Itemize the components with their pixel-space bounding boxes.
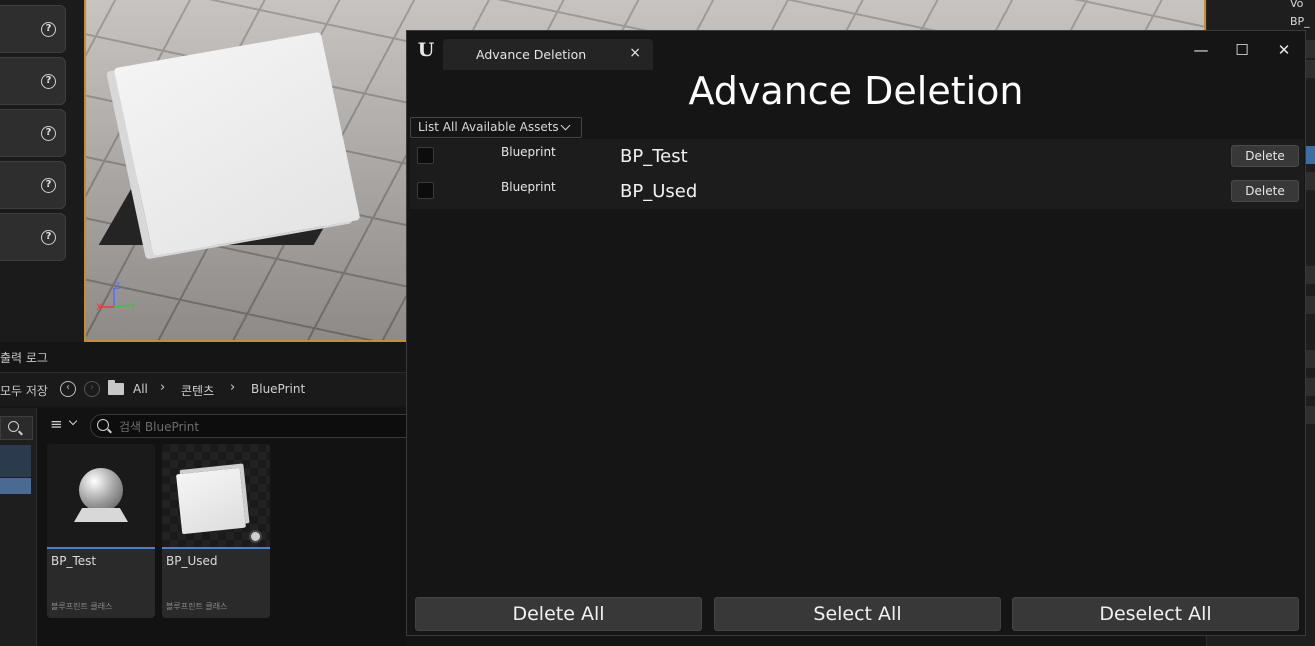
sphere-icon <box>79 468 123 512</box>
help-icon[interactable]: ? <box>41 230 56 245</box>
help-icon[interactable]: ? <box>41 126 56 141</box>
outliner-row[interactable] <box>1306 406 1315 424</box>
delete-all-button[interactable]: Delete All <box>415 597 702 631</box>
sources-panel <box>0 408 37 646</box>
details-row[interactable]: ? <box>0 57 66 105</box>
asset-type-stripe <box>162 547 270 549</box>
combo-label: List All Available Assets <box>418 120 559 134</box>
asset-checkbox[interactable] <box>417 182 434 199</box>
outliner-row[interactable] <box>1306 296 1315 314</box>
outliner-text: Vo <box>1290 0 1304 10</box>
details-panel: ? ? ? ? ? <box>0 0 84 342</box>
breadcrumb-separator-icon[interactable]: › <box>160 380 165 395</box>
asset-type-stripe <box>47 547 155 549</box>
breadcrumb-content[interactable]: 콘텐츠 <box>181 382 214 399</box>
asset-class-label: Blueprint <box>501 145 556 159</box>
asset-class: 블루프린트 클래스 <box>51 602 113 611</box>
asset-checkbox[interactable] <box>417 147 434 164</box>
close-window-button[interactable]: ✕ <box>1273 39 1295 61</box>
outliner-row[interactable] <box>1306 350 1315 368</box>
forward-arrow-icon[interactable]: › <box>84 381 100 397</box>
back-arrow-icon[interactable]: ‹ <box>60 381 76 397</box>
minimize-button[interactable]: — <box>1190 39 1212 61</box>
breadcrumb-blueprint[interactable]: BluePrint <box>251 382 305 396</box>
asset-class: 블루프린트 클래스 <box>166 602 228 611</box>
cube-icon <box>176 467 246 535</box>
asset-name: BP_Test <box>51 554 97 568</box>
search-icon <box>8 421 19 432</box>
details-row[interactable]: ? <box>0 213 66 261</box>
outliner-row[interactable] <box>1306 378 1315 396</box>
asset-search-input[interactable]: 검색 BluePrint <box>90 414 410 438</box>
output-log-tab[interactable]: 출력 로그 <box>0 349 48 366</box>
asset-tile-bp-used[interactable]: BP_Used 블루프린트 클래스 <box>162 444 270 618</box>
search-icon <box>97 419 109 431</box>
asset-filter-combo[interactable]: List All Available Assets <box>410 117 582 138</box>
asset-list: Blueprint BP_Test Delete Blueprint BP_Us… <box>410 139 1304 209</box>
asset-name-label: BP_Used <box>620 181 698 202</box>
sources-search-button[interactable] <box>0 416 33 440</box>
outliner-row-selected[interactable] <box>1306 146 1315 164</box>
asset-name: BP_Used <box>166 554 218 568</box>
sources-folder-row-selected[interactable] <box>0 478 31 494</box>
breadcrumb-separator-icon[interactable]: › <box>230 380 235 395</box>
breadcrumb-all[interactable]: All <box>133 382 148 396</box>
outliner-row[interactable] <box>1306 40 1315 58</box>
delete-button[interactable]: Delete <box>1231 145 1299 167</box>
window-titlebar[interactable]: U Advance Deletion × — ☐ ✕ <box>407 31 1305 71</box>
editor-screen: ? ? ? ? ? Z X Y Vo BP_ 출력 로그 모두 저장 ‹ › A… <box>0 0 1315 646</box>
sources-folder-row[interactable] <box>0 445 31 477</box>
details-row[interactable]: ? <box>0 161 66 209</box>
placed-actor-icon <box>249 530 262 543</box>
delete-button[interactable]: Delete <box>1231 180 1299 202</box>
asset-thumbnail <box>162 444 270 547</box>
asset-name-label: BP_Test <box>620 146 688 167</box>
chevron-down-icon <box>68 416 78 426</box>
outliner-row[interactable] <box>1306 60 1315 78</box>
outliner-row[interactable] <box>1306 172 1315 190</box>
axis-gizmo-icon: Z X Y <box>96 282 136 312</box>
pedestal-icon <box>74 508 128 522</box>
details-row[interactable]: ? <box>0 109 66 157</box>
list-item[interactable]: Blueprint BP_Used Delete <box>410 174 1304 208</box>
deselect-all-button[interactable]: Deselect All <box>1012 597 1299 631</box>
close-icon[interactable]: × <box>629 45 641 61</box>
chevron-down-icon <box>560 120 571 131</box>
help-icon[interactable]: ? <box>41 178 56 193</box>
asset-class-label: Blueprint <box>501 180 556 194</box>
search-placeholder: 검색 BluePrint <box>119 420 200 434</box>
axis-x-label: X <box>96 303 102 312</box>
axis-y-label: Y <box>129 302 136 312</box>
filter-button[interactable]: ≡ <box>48 415 84 437</box>
select-all-button[interactable]: Select All <box>714 597 1001 631</box>
outliner-row[interactable] <box>1306 266 1315 284</box>
help-icon[interactable]: ? <box>41 74 56 89</box>
window-tab-label: Advance Deletion <box>476 47 587 62</box>
asset-tile-bp-test[interactable]: BP_Test 블루프린트 클래스 <box>47 444 155 618</box>
unreal-logo-icon: U <box>417 39 435 61</box>
cube-mesh[interactable] <box>113 31 361 257</box>
axis-z-label: Z <box>114 282 120 292</box>
details-row[interactable]: ? <box>0 5 66 53</box>
list-item[interactable]: Blueprint BP_Test Delete <box>410 139 1304 173</box>
filter-icon: ≡ <box>50 415 63 433</box>
window-tab[interactable]: Advance Deletion × <box>443 39 653 70</box>
advance-deletion-window: U Advance Deletion × — ☐ ✕ Advance Delet… <box>406 30 1306 636</box>
page-title: Advance Deletion <box>688 69 1024 113</box>
maximize-button[interactable]: ☐ <box>1231 39 1253 61</box>
outliner-text: BP_ <box>1290 15 1310 28</box>
asset-thumbnail <box>47 444 155 547</box>
folder-icon[interactable] <box>108 380 124 395</box>
save-all-button[interactable]: 모두 저장 <box>0 382 48 399</box>
help-icon[interactable]: ? <box>41 22 56 37</box>
